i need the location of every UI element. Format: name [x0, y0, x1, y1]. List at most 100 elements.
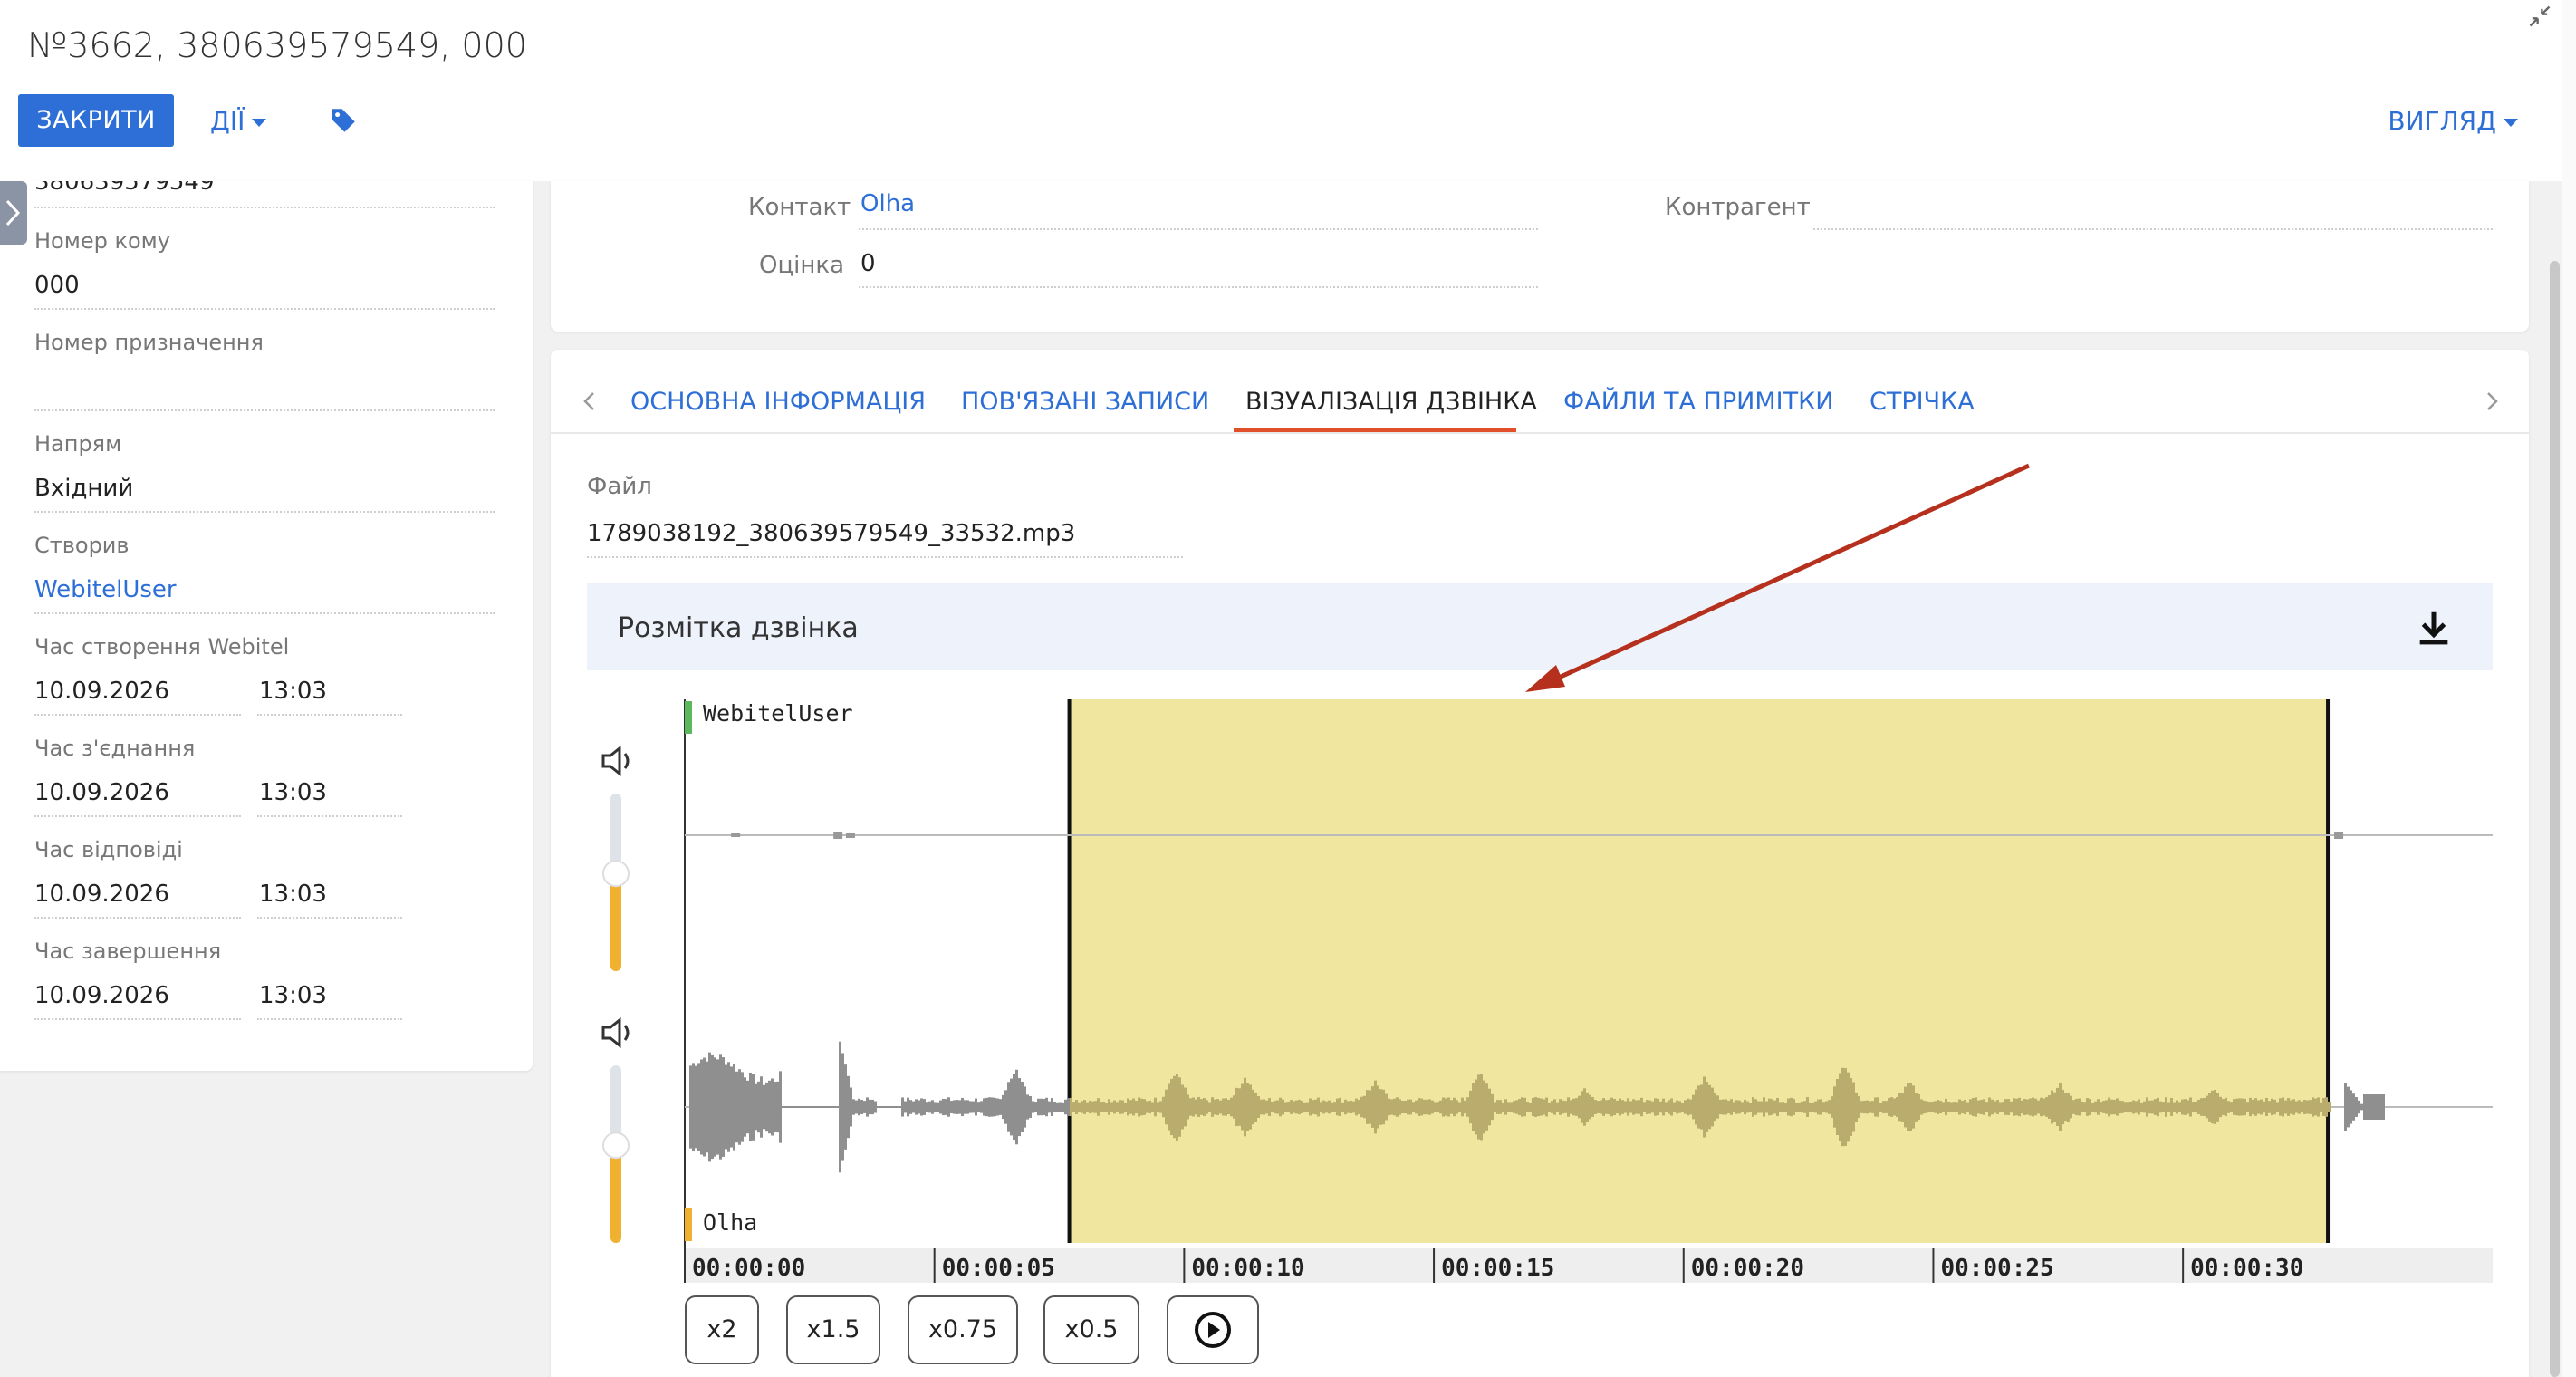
- actions-dropdown[interactable]: ДІЇ: [210, 101, 267, 141]
- waveform-bar: [2143, 1101, 2146, 1113]
- waveform-bar: [2094, 1101, 2097, 1113]
- waveform-bar: [1021, 1081, 1024, 1133]
- waveform-bar: [2214, 1089, 2216, 1125]
- waveform-bar: [1803, 1101, 1806, 1113]
- volume-thumb[interactable]: [602, 860, 630, 888]
- waveform-bar: [904, 1101, 907, 1113]
- tab-related-records[interactable]: ПОВ'ЯЗАНІ ЗАПИСИ: [961, 384, 1209, 420]
- volume-thumb[interactable]: [602, 1131, 630, 1160]
- waveform-bar: [727, 1062, 730, 1152]
- ended-time[interactable]: 13:03: [259, 982, 327, 1009]
- waveform-bar: [942, 1098, 945, 1116]
- waveform-bar: [817, 1106, 820, 1108]
- waveform-bar: [2265, 1097, 2268, 1117]
- waveform-bar: [2189, 1097, 2192, 1117]
- waveform-bar: [1831, 1096, 1833, 1118]
- waveform-bar: [1602, 1098, 1605, 1116]
- connected-time[interactable]: 13:03: [259, 779, 327, 806]
- waveform-bar: [2374, 1094, 2377, 1120]
- waveform-bar: [1401, 1100, 1404, 1114]
- waveform-bar: [1078, 1102, 1081, 1112]
- field-underline: [257, 917, 402, 919]
- waveform-bar: [1279, 1097, 1282, 1117]
- tag-icon[interactable]: [328, 105, 359, 136]
- view-dropdown[interactable]: ВИГЛЯД: [2388, 101, 2518, 141]
- waveform-bar: [1893, 1098, 1896, 1116]
- speed-x2-button[interactable]: x2: [685, 1295, 759, 1364]
- waveform-bar: [1496, 1100, 1499, 1114]
- waveform-bar: [958, 1100, 961, 1114]
- download-icon[interactable]: [2413, 607, 2455, 649]
- speaker-icon[interactable]: [601, 1016, 621, 1049]
- waveform-bar: [1822, 1102, 1825, 1112]
- tab-main-info[interactable]: ОСНОВНА ІНФОРМАЦІЯ: [630, 384, 926, 420]
- top-volume-control[interactable]: [601, 745, 630, 971]
- waveform-bar: [1817, 1099, 1820, 1115]
- waveform-bar: [1765, 1101, 1768, 1113]
- waveform-bar: [2116, 1098, 2119, 1116]
- connected-date[interactable]: 10.09.2026: [34, 779, 169, 806]
- waveform-bar: [1746, 1101, 1749, 1113]
- waveform-bar: [1200, 1099, 1203, 1115]
- waveform-bar: [2290, 1100, 2292, 1114]
- direction-value[interactable]: Вхідний: [34, 475, 133, 502]
- webitel-created-date[interactable]: 10.09.2026: [34, 678, 169, 705]
- chevron-left-icon[interactable]: [576, 388, 603, 415]
- file-name[interactable]: 1789038192_380639579549_33532.mp3: [587, 520, 1075, 547]
- waveform-bar: [2051, 1090, 2053, 1124]
- waveform-bar: [1793, 1099, 1795, 1115]
- waveform-bar: [1333, 1102, 1336, 1112]
- waveform-visualizer[interactable]: 00:00:00 00:00:05 00:00:10 00:00:15 00:00:20…: [587, 688, 2493, 1286]
- waveform-bar: [768, 1080, 771, 1134]
- selection-region[interactable]: [1069, 699, 2329, 1243]
- close-button[interactable]: ЗАКРИТИ: [18, 94, 174, 147]
- waveform-bar: [1037, 1098, 1040, 1116]
- speed-x0-75-button[interactable]: x0.75: [908, 1295, 1018, 1364]
- created-by-link[interactable]: WebitelUser: [34, 576, 177, 603]
- waveform-bar: [1418, 1098, 1420, 1116]
- waveform-bar: [1464, 1100, 1466, 1114]
- sidebar-toggle[interactable]: [0, 181, 27, 245]
- scrollbar-thumb[interactable]: [2550, 261, 2560, 1377]
- speed-x0-5-button[interactable]: x0.5: [1043, 1295, 1139, 1364]
- answered-date[interactable]: 10.09.2026: [34, 881, 169, 908]
- webitel-created-time[interactable]: 13:03: [259, 678, 327, 705]
- contact-link[interactable]: Olha: [860, 190, 915, 217]
- collapse-icon[interactable]: [2527, 4, 2552, 29]
- waveform-bar: [703, 1057, 706, 1157]
- waveform-bar: [1896, 1097, 1898, 1117]
- to-number-value[interactable]: 000: [34, 272, 80, 299]
- waveform-bar: [708, 1052, 711, 1162]
- waveform-bar: [1439, 1100, 1442, 1114]
- waveform-bar: [1238, 1088, 1241, 1126]
- waveform-bar: [2355, 1097, 2358, 1117]
- waveform-bar: [2246, 1102, 2249, 1112]
- rating-value[interactable]: 0: [860, 250, 876, 277]
- caret-down-icon: [2504, 118, 2518, 127]
- waveform-bar: [2173, 1102, 2176, 1112]
- tab-feed[interactable]: СТРІЧКА: [1870, 384, 1975, 420]
- waveform-bar: [2113, 1099, 2116, 1115]
- waveform-bar: [1282, 1099, 1284, 1115]
- tab-files-notes[interactable]: ФАЙЛИ ТА ПРИМІТКИ: [1563, 384, 1833, 420]
- waveform-bar: [1556, 1102, 1559, 1112]
- answered-time[interactable]: 13:03: [259, 881, 327, 908]
- waveform-bar: [1632, 1099, 1635, 1115]
- waveform-bar: [1456, 1100, 1458, 1114]
- chevron-right-icon[interactable]: [2478, 388, 2505, 415]
- tab-call-visualization[interactable]: ВІЗУАЛІЗАЦІЯ ДЗВІНКА: [1245, 384, 1537, 420]
- speaker-icon[interactable]: [601, 745, 621, 777]
- speed-x1-5-button[interactable]: x1.5: [786, 1295, 880, 1364]
- bottom-volume-control[interactable]: [601, 1016, 630, 1243]
- play-button[interactable]: [1167, 1295, 1259, 1364]
- page-scrollbar[interactable]: [2562, 0, 2576, 1377]
- waveform-bar: [2301, 1101, 2303, 1113]
- waveform-bar: [1475, 1079, 1477, 1135]
- waveform-bar: [2176, 1100, 2178, 1114]
- ended-date[interactable]: 10.09.2026: [34, 982, 169, 1009]
- waveform-bar: [1393, 1098, 1396, 1116]
- waveform-bar: [2086, 1098, 2089, 1116]
- waveform-bar: [1094, 1101, 1097, 1113]
- waveform-bar: [988, 1097, 991, 1117]
- field-underline: [257, 714, 402, 716]
